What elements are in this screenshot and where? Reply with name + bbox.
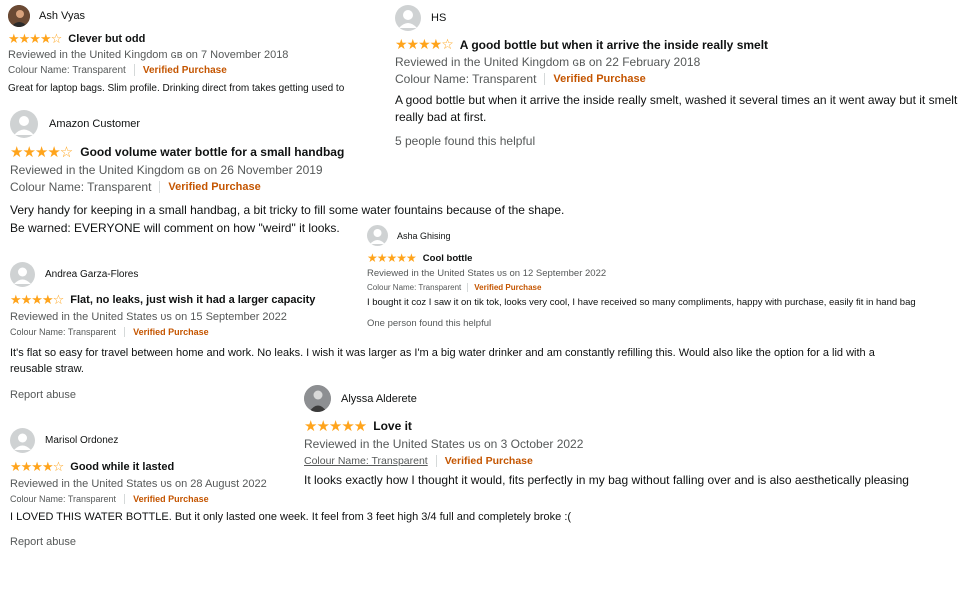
reviewer-name: HS (431, 12, 447, 24)
avatar (367, 225, 388, 246)
star-rating-icon[interactable]: ★★★★☆ (10, 143, 73, 161)
verified-purchase-badge: Verified Purchase (142, 64, 227, 76)
avatar (10, 262, 35, 287)
avatar (304, 385, 331, 412)
review-body: It's flat so easy for travel between hom… (10, 347, 875, 375)
reviewer-profile[interactable]: Alyssa Alderete (304, 385, 964, 412)
review-title[interactable]: Flat, no leaks, just wish it had a large… (70, 294, 315, 306)
review-title[interactable]: Good while it lasted (70, 461, 174, 473)
verified-purchase-badge: Verified Purchase (133, 494, 209, 504)
verified-purchase-badge: Verified Purchase (553, 73, 646, 85)
colour-variant: Colour Name: Transparent Verified Purcha… (10, 327, 940, 337)
review-title[interactable]: A good bottle but when it arrive the ins… (460, 38, 768, 52)
review-title[interactable]: Good volume water bottle for a small han… (80, 145, 344, 159)
divider (133, 64, 135, 76)
reviewer-name: Alyssa Alderete (341, 392, 417, 405)
report-abuse-link[interactable]: Report abuse (10, 536, 650, 548)
review-body: I LOVED THIS WATER BOTTLE. But it only l… (10, 511, 572, 523)
review-title[interactable]: Clever but odd (68, 33, 145, 45)
verified-purchase-badge: Verified Purchase (133, 327, 209, 337)
colour-name: Colour Name: Transparent (10, 327, 117, 337)
reviewer-name: Ash Vyas (39, 10, 86, 22)
star-rating-icon[interactable]: ★★★★☆ (10, 292, 64, 308)
review-body: Great for laptop bags. Slim profile. Dri… (8, 83, 345, 94)
review-title-line: ★★★★☆ Flat, no leaks, just wish it had a… (10, 292, 940, 308)
star-rating-icon[interactable]: ★★★★☆ (395, 36, 454, 53)
avatar (10, 110, 38, 138)
colour-name: Colour Name: Transparent (10, 494, 117, 504)
reviewer-profile[interactable]: Marisol Ordonez (10, 428, 650, 453)
reviewer-profile[interactable]: Andrea Garza-Flores (10, 262, 940, 287)
review-title-line: ★★★★☆ A good bottle but when it arrive t… (395, 36, 967, 53)
review-date: Reviewed in the United Kingdom ɢʙ on 7 N… (8, 49, 289, 61)
reviewer-profile[interactable]: Amazon Customer (10, 110, 630, 138)
review-amazon-customer: Amazon Customer ★★★★☆ Good volume water … (10, 110, 630, 237)
colour-name: Colour Name: Transparent (10, 180, 152, 194)
colour-variant: Colour Name: Transparent Verified Purcha… (10, 494, 650, 504)
divider (544, 73, 546, 85)
reviewer-name: Andrea Garza-Flores (45, 269, 139, 280)
avatar (8, 5, 30, 27)
reviewer-profile[interactable]: HS (395, 5, 967, 31)
star-rating-icon[interactable]: ★★★★☆ (8, 31, 62, 47)
review-date: Reviewed in the United Kingdom ɢʙ on 26 … (10, 163, 323, 177)
divider (159, 181, 161, 193)
colour-name: Colour Name: Transparent (8, 64, 126, 76)
review-title-line: ★★★★☆ Clever but odd (8, 31, 388, 47)
review-date: Reviewed in the United States ᴜs on 28 A… (10, 478, 267, 490)
reviewer-profile[interactable]: Asha Ghising (367, 225, 967, 246)
colour-variant: Colour Name: Transparent Verified Purcha… (8, 64, 388, 76)
avatar (10, 428, 35, 453)
review-date: Reviewed in the United Kingdom ɢʙ on 22 … (395, 55, 701, 69)
review-title-line: ★★★★☆ Good while it lasted (10, 459, 650, 475)
reviewer-name: Amazon Customer (49, 118, 141, 130)
reviewer-name: Asha Ghising (397, 230, 451, 241)
divider (124, 494, 126, 504)
star-rating-icon[interactable]: ★★★★☆ (10, 459, 64, 475)
review-date: Reviewed in the United States ᴜs on 15 S… (10, 311, 287, 323)
colour-variant: Colour Name: Transparent Verified Purcha… (395, 72, 967, 86)
review-marisol-ordonez: Marisol Ordonez ★★★★☆ Good while it last… (10, 428, 650, 548)
review-body-line: Very handy for keeping in a small handba… (10, 203, 565, 217)
colour-variant: Colour Name: Transparent Verified Purcha… (10, 180, 630, 194)
avatar (395, 5, 421, 31)
reviewer-profile[interactable]: Ash Vyas (8, 5, 388, 27)
divider (124, 327, 126, 337)
review-title-line: ★★★★☆ Good volume water bottle for a sma… (10, 143, 630, 161)
review-andrea-garza-flores: Andrea Garza-Flores ★★★★☆ Flat, no leaks… (10, 262, 940, 401)
verified-purchase-badge: Verified Purchase (168, 181, 261, 193)
colour-name: Colour Name: Transparent (395, 72, 537, 86)
review-ash-vyas: Ash Vyas ★★★★☆ Clever but odd Reviewed i… (8, 5, 388, 94)
reviewer-name: Marisol Ordonez (45, 435, 119, 446)
